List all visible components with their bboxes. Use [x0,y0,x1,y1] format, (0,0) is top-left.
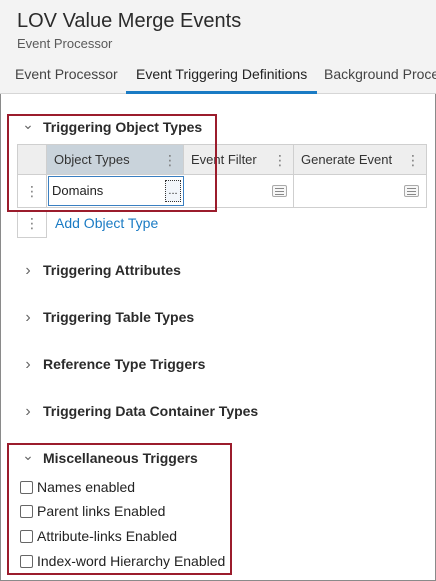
generate-event-cell[interactable] [294,175,426,207]
chevron-right-icon[interactable]: › [21,403,35,421]
highlight-box [7,114,217,212]
chevron-right-icon[interactable]: › [21,309,35,327]
tab-background-processes[interactable]: Background Proce [314,58,436,94]
section-triggering-table-types[interactable]: › Triggering Table Types [0,307,436,331]
add-object-type-link[interactable]: Add Object Type [55,215,158,231]
highlight-box [7,443,232,575]
chevron-right-icon[interactable]: › [21,262,35,280]
tab-event-processor[interactable]: Event Processor [5,58,128,94]
page-title: LOV Value Merge Events [17,10,242,32]
section-triggering-data-container-types[interactable]: › Triggering Data Container Types [0,401,436,425]
page-header: LOV Value Merge Events Event Processor E… [0,0,436,94]
tree-picker-icon[interactable] [404,185,419,197]
page-subtitle: Event Processor [17,36,113,51]
tab-bar: Event Processor Event Triggering Definit… [0,58,436,94]
column-header-generate-event[interactable]: Generate Event ⋮ [294,145,426,175]
kebab-menu-icon[interactable]: ⋮ [273,145,287,175]
kebab-menu-icon[interactable]: ⋮ [406,145,420,175]
section-reference-type-triggers[interactable]: › Reference Type Triggers [0,354,436,378]
section-title: Reference Type Triggers [43,356,206,372]
column-header-label: Generate Event [301,152,393,167]
chevron-right-icon[interactable]: › [21,356,35,374]
section-title: Triggering Data Container Types [43,403,259,419]
section-triggering-attributes[interactable]: › Triggering Attributes [0,260,436,284]
section-title: Triggering Attributes [43,262,181,278]
section-title: Triggering Table Types [43,309,195,325]
tree-picker-icon[interactable] [272,185,287,197]
tab-event-triggering-definitions[interactable]: Event Triggering Definitions [126,58,318,94]
row-drag-handle[interactable]: ⋮ [17,210,47,238]
